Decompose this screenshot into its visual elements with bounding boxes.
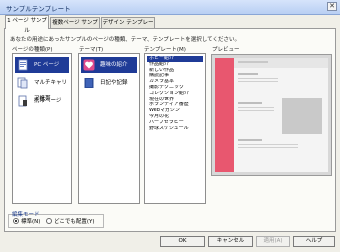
instructions-text: あなたの用途にあったサンプルのページの種類、テーマ、テンプレートを選択してくださ… bbox=[10, 37, 240, 43]
edit-mode-standard-label[interactable]: 標準(N) bbox=[21, 217, 40, 225]
pc-page-icon bbox=[18, 59, 28, 71]
tab-multi-page-sample[interactable]: 複数ページ サンプル bbox=[50, 17, 100, 36]
page-type-list[interactable]: PC ページ マルチキャリア携帯 携帯ページ bbox=[12, 53, 72, 204]
ok-button[interactable]: OK bbox=[160, 236, 205, 247]
sample-template-dialog: サンプルテンプレート ✕ 1 ページ サンプル 複数ページ サンプル デザイン … bbox=[0, 0, 340, 252]
edit-mode-standard-radio[interactable] bbox=[13, 218, 19, 224]
window-title: サンプルテンプレート bbox=[6, 5, 71, 13]
close-button[interactable]: ✕ bbox=[327, 2, 337, 11]
mobile-page-icon bbox=[18, 95, 27, 107]
edit-mode-anywhere-radio[interactable] bbox=[46, 218, 52, 224]
page-type-item-multicarrier[interactable]: マルチキャリア携帯 bbox=[15, 75, 69, 102]
preview-thumbnail bbox=[212, 55, 331, 175]
theme-list[interactable]: 趣味の紹介 日記や記録 bbox=[78, 53, 140, 204]
template-item[interactable]: 野球スケジュール bbox=[147, 126, 203, 132]
template-preview bbox=[211, 54, 332, 176]
page-type-item-label: PC ページ bbox=[34, 62, 60, 68]
theme-item-hobby[interactable]: 趣味の紹介 bbox=[81, 57, 137, 73]
page-type-item-mobile[interactable]: 携帯ページ bbox=[15, 93, 69, 109]
heart-icon bbox=[83, 59, 95, 71]
theme-item-label: 日記や記録 bbox=[100, 80, 128, 86]
diary-book-icon bbox=[84, 78, 94, 88]
theme-item-label: 趣味の紹介 bbox=[100, 62, 128, 68]
tab-design-template[interactable]: デザイン テンプレート bbox=[101, 17, 155, 36]
page-type-item-label: 携帯ページ bbox=[34, 98, 62, 104]
multicarrier-mobile-icon bbox=[17, 77, 28, 89]
theme-item-diary[interactable]: 日記や記録 bbox=[81, 75, 137, 91]
close-icon: ✕ bbox=[329, 2, 335, 10]
edit-mode-anywhere-label[interactable]: どこでも配置(Y) bbox=[54, 217, 95, 225]
template-list[interactable]: ホビー紹介 作品紹介 新しい作品 購読記事 カメラ基本 撮影テクニック コレクシ… bbox=[144, 53, 206, 204]
apply-button[interactable]: 適用(A) bbox=[256, 236, 290, 247]
theme-label: テーマ(T) bbox=[79, 47, 104, 53]
cancel-button[interactable]: キャンセル bbox=[208, 236, 253, 247]
template-label: テンプレート(M) bbox=[144, 47, 186, 53]
tab-single-page-sample[interactable]: 1 ページ サンプル bbox=[5, 15, 49, 34]
preview-label: プレビュー bbox=[212, 47, 240, 53]
title-bar[interactable]: サンプルテンプレート ✕ bbox=[0, 0, 340, 15]
help-button[interactable]: ヘルプ bbox=[293, 236, 335, 247]
page-type-item-pc[interactable]: PC ページ bbox=[15, 57, 69, 73]
page-type-label: ページの種類(P) bbox=[12, 47, 53, 53]
